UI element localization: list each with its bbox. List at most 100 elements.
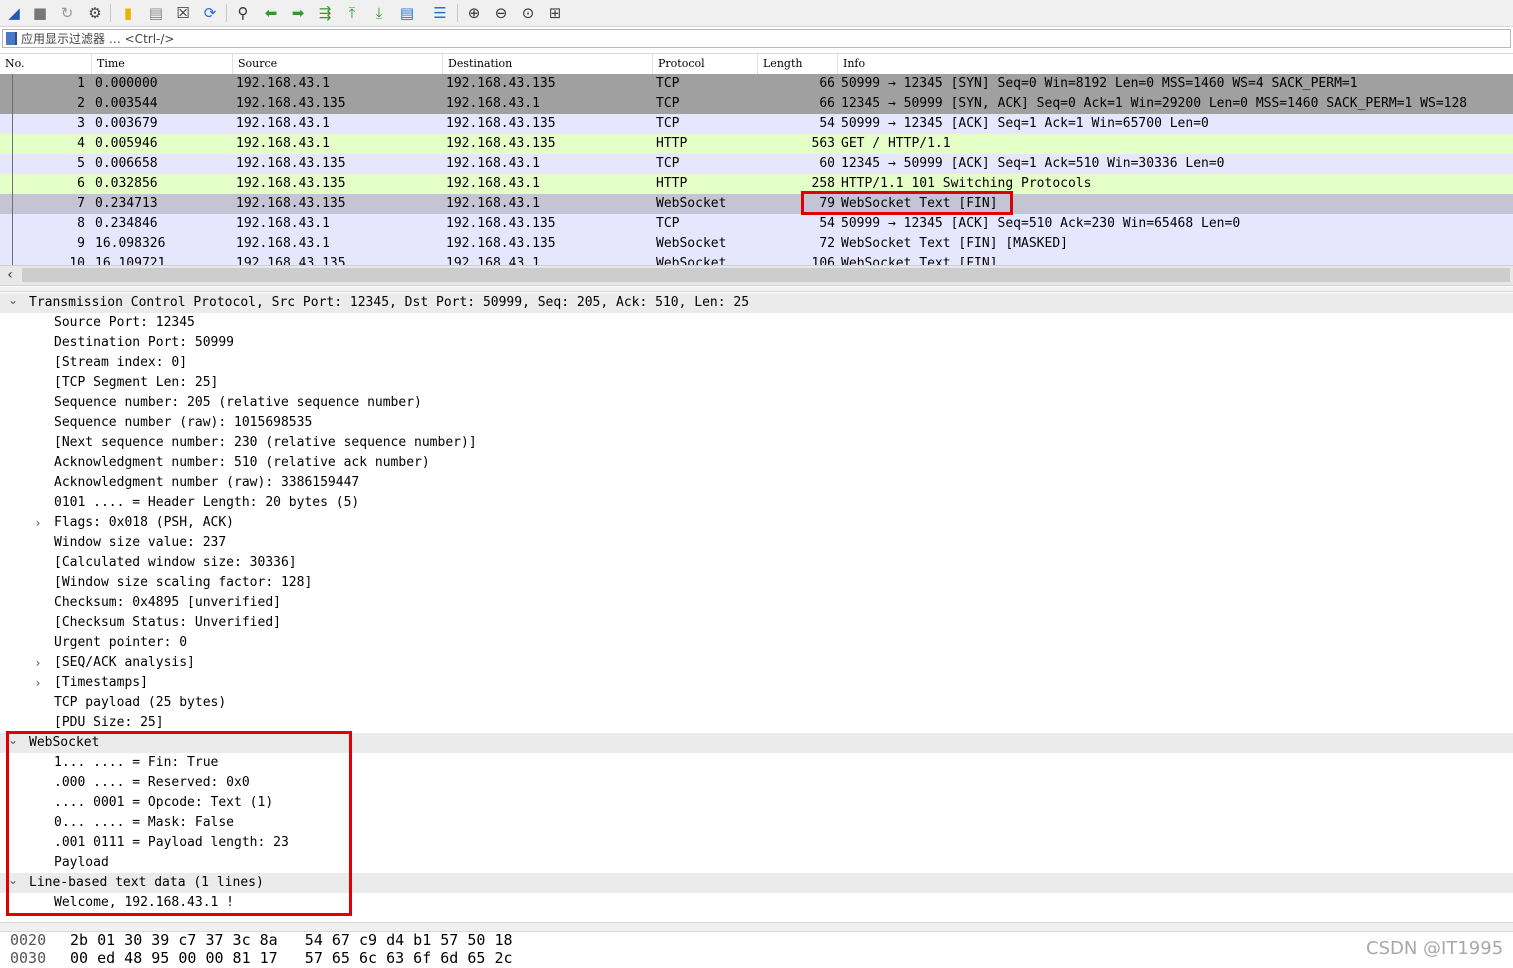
zoom-out-icon[interactable]: ⊖ — [491, 3, 511, 23]
save-file-icon[interactable]: ▤ — [146, 3, 166, 23]
tree-item-label: 0101 .... = Header Length: 20 bytes (5) — [54, 495, 360, 510]
tree-item-label: [Calculated window size: 30336] — [54, 555, 297, 570]
packet-cell-len: 72 — [819, 236, 835, 251]
packet-cell-time: 0.234846 — [95, 216, 158, 231]
tree-item[interactable]: TCP payload (25 bytes) — [0, 693, 1513, 713]
packet-cell-info: WebSocket Text [FIN] — [841, 256, 998, 265]
colorize-icon[interactable]: ☰ — [430, 3, 450, 23]
packet-row[interactable]: 10 16.109721 192.168.43.135 192.168.43.1 Web… — [0, 254, 1513, 265]
packet-cell-time: 16.109721 — [95, 256, 166, 265]
tree-item[interactable]: Destination Port: 50999 — [0, 333, 1513, 353]
tree-item[interactable]: Sequence number: 205 (relative sequence … — [0, 393, 1513, 413]
shark-fin-start-icon[interactable]: ◢ — [4, 3, 24, 23]
go-first-packet-icon[interactable]: ⤒ — [342, 3, 362, 23]
info-highlight-box — [801, 191, 1013, 215]
display-filter-input[interactable] — [21, 30, 1501, 47]
go-to-packet-icon[interactable]: ⇶ — [315, 3, 335, 23]
tree-item-label: Checksum: 0x4895 [unverified] — [54, 595, 281, 610]
packet-cell-len: 54 — [819, 216, 835, 231]
packet-cell-len: 54 — [819, 116, 835, 131]
stop-capture-icon[interactable]: ■ — [30, 3, 50, 23]
packet-row[interactable]: 3 0.003679 192.168.43.1 192.168.43.135 TCP 54… — [0, 114, 1513, 134]
packet-list-scrollbar[interactable]: ‹ — [0, 265, 1513, 286]
tree-item[interactable]: Window size value: 237 — [0, 533, 1513, 553]
packet-cell-time: 0.005946 — [95, 136, 158, 151]
tree-item[interactable]: [Window size scaling factor: 128] — [0, 573, 1513, 593]
zoom-normal-icon[interactable]: ⊙ — [518, 3, 538, 23]
packet-cell-time: 0.234713 — [95, 196, 158, 211]
packet-row[interactable]: 8 0.234846 192.168.43.1 192.168.43.135 TCP 54… — [0, 214, 1513, 234]
find-packet-icon[interactable]: ⚲ — [233, 3, 253, 23]
go-back-icon[interactable]: ⬅ — [261, 3, 281, 23]
open-file-icon[interactable]: ▮ — [118, 3, 138, 23]
tree-item[interactable]: Urgent pointer: 0 — [0, 633, 1513, 653]
column-header-length[interactable]: Length — [757, 54, 837, 74]
tree-item[interactable]: [Next sequence number: 230 (relative seq… — [0, 433, 1513, 453]
restart-capture-icon[interactable]: ↻ — [57, 3, 77, 23]
column-header-destination[interactable]: Destination — [442, 54, 652, 74]
packet-row[interactable]: 1 0.000000 192.168.43.1 192.168.43.135 TCP 66… — [0, 74, 1513, 94]
tree-item[interactable]: › [Timestamps] — [0, 673, 1513, 693]
column-header-source[interactable]: Source — [232, 54, 442, 74]
packet-row[interactable]: 6 0.032856 192.168.43.135 192.168.43.1 HTTP 2… — [0, 174, 1513, 194]
collapse-arrow-icon[interactable]: › — [31, 513, 45, 533]
tree-item[interactable]: [Checksum Status: Unverified] — [0, 613, 1513, 633]
packet-cell-time: 0.003679 — [95, 116, 158, 131]
tree-item[interactable]: Acknowledgment number (raw): 3386159447 — [0, 473, 1513, 493]
tree-item[interactable]: › Flags: 0x018 (PSH, ACK) — [0, 513, 1513, 533]
autoscroll-icon[interactable]: ▤ — [397, 3, 417, 23]
packet-cell-no: 6 — [77, 176, 85, 191]
packet-cell-time: 16.098326 — [95, 236, 166, 251]
zoom-in-icon[interactable]: ⊕ — [464, 3, 484, 23]
packet-cell-proto: TCP — [656, 116, 680, 131]
packet-cell-src: 192.168.43.1 — [236, 136, 330, 151]
tree-item[interactable]: [TCP Segment Len: 25] — [0, 373, 1513, 393]
resize-columns-icon[interactable]: ⊞ — [545, 3, 565, 23]
packet-cell-time: 0.003544 — [95, 96, 158, 111]
expand-arrow-icon[interactable]: ⌄ — [6, 293, 20, 313]
tree-section[interactable]: ⌄ Transmission Control Protocol, Src Port… — [0, 293, 1513, 313]
tree-item-label: [Checksum Status: Unverified] — [54, 615, 281, 630]
packet-cell-src: 192.168.43.1 — [236, 116, 330, 131]
scroll-left-arrow-icon[interactable]: ‹ — [0, 266, 20, 285]
tree-item-label: Acknowledgment number (raw): 3386159447 — [54, 475, 360, 490]
packet-cell-src: 192.168.43.1 — [236, 76, 330, 91]
packet-cell-no: 9 — [77, 236, 85, 251]
bytes-offset: 0020 — [10, 931, 47, 949]
reload-file-icon[interactable]: ⟳ — [200, 3, 220, 23]
tree-item[interactable]: Acknowledgment number: 510 (relative ack… — [0, 453, 1513, 473]
tree-item[interactable]: [Stream index: 0] — [0, 353, 1513, 373]
tree-item[interactable]: [PDU Size: 25] — [0, 713, 1513, 733]
capture-options-icon[interactable]: ⚙ — [85, 3, 105, 23]
packet-row[interactable]: 4 0.005946 192.168.43.1 192.168.43.135 HTTP 5… — [0, 134, 1513, 154]
collapse-arrow-icon[interactable]: › — [31, 673, 45, 693]
go-last-packet-icon[interactable]: ⤓ — [369, 3, 389, 23]
tree-item-label: Urgent pointer: 0 — [54, 635, 188, 650]
column-header-time[interactable]: Time — [91, 54, 232, 74]
packet-row[interactable]: 7 0.234713 192.168.43.135 192.168.43.1 WebSo… — [0, 194, 1513, 214]
packet-cell-no: 2 — [77, 96, 85, 111]
packet-cell-len: 563 — [811, 136, 835, 151]
scrollbar-thumb[interactable] — [22, 268, 1510, 282]
packet-cell-info: 50999 → 12345 [ACK] Seq=510 Ack=230 Win=… — [841, 216, 1241, 231]
collapse-arrow-icon[interactable]: › — [31, 653, 45, 673]
packet-row[interactable]: 5 0.006658 192.168.43.135 192.168.43.1 TCP 60… — [0, 154, 1513, 174]
packet-cell-proto: TCP — [656, 76, 680, 91]
bookmark-filter-icon[interactable] — [6, 32, 17, 45]
tree-item[interactable]: 0101 .... = Header Length: 20 bytes (5) — [0, 493, 1513, 513]
column-header-no[interactable]: No. — [0, 54, 91, 74]
tree-item[interactable]: Sequence number (raw): 1015698535 — [0, 413, 1513, 433]
tree-item[interactable]: [Calculated window size: 30336] — [0, 553, 1513, 573]
packet-row[interactable]: 2 0.003544 192.168.43.135 192.168.43.1 TCP 66… — [0, 94, 1513, 114]
go-forward-icon[interactable]: ➡ — [288, 3, 308, 23]
close-file-icon[interactable]: ☒ — [173, 3, 193, 23]
packet-cell-src: 192.168.43.135 — [236, 176, 346, 191]
column-header-info[interactable]: Info — [837, 54, 1513, 74]
tree-item[interactable]: Checksum: 0x4895 [unverified] — [0, 593, 1513, 613]
tree-item[interactable]: › [SEQ/ACK analysis] — [0, 653, 1513, 673]
column-header-protocol[interactable]: Protocol — [652, 54, 757, 74]
pane-splitter[interactable] — [0, 287, 1513, 292]
bytes-offset: 0030 — [10, 949, 47, 967]
packet-row[interactable]: 9 16.098326 192.168.43.1 192.168.43.135 WebS… — [0, 234, 1513, 254]
tree-item[interactable]: Source Port: 12345 — [0, 313, 1513, 333]
